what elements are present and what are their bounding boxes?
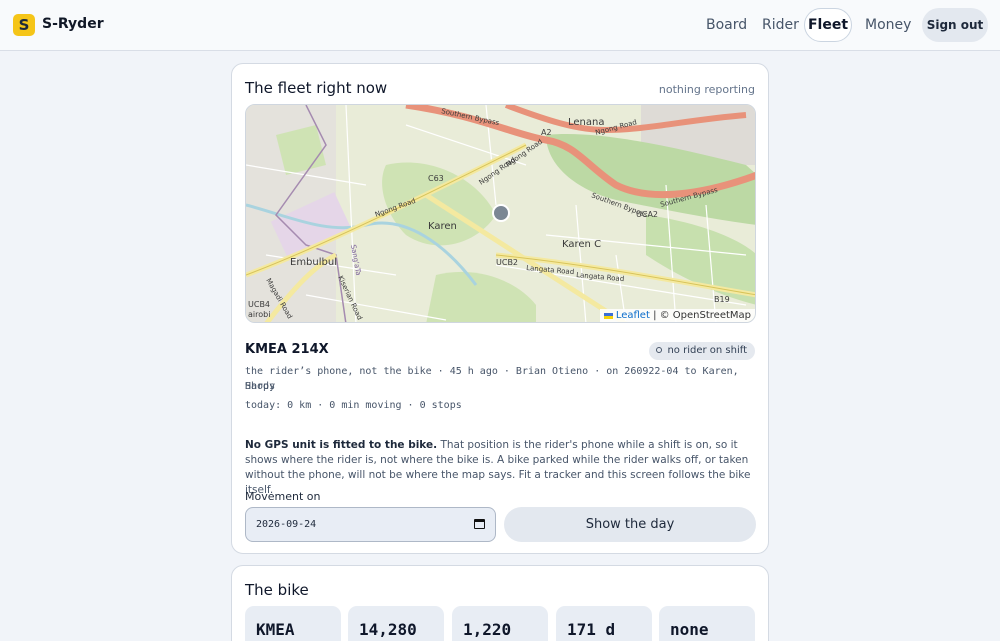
bike-detail-line1: the rider’s phone, not the bike · 45 h a… bbox=[245, 366, 739, 392]
sign-out-button[interactable]: Sign out bbox=[922, 8, 988, 42]
gps-warning-bold: No GPS unit is fitted to the bike. bbox=[245, 439, 438, 451]
nav-fleet[interactable]: Fleet bbox=[804, 8, 852, 42]
reporting-status: nothing reporting bbox=[658, 83, 755, 96]
logo-icon[interactable]: S bbox=[13, 14, 35, 36]
nav-rider[interactable]: Rider bbox=[762, 17, 799, 33]
show-day-button[interactable]: Show the day bbox=[504, 507, 756, 542]
leaflet-link[interactable]: Leaflet bbox=[616, 310, 650, 321]
map-label-ucb2: UCB2 bbox=[496, 258, 518, 267]
osm-attribution: | © OpenStreetMap bbox=[649, 310, 751, 321]
today-summary: today: 0 km · 0 min moving · 0 stops bbox=[245, 400, 462, 411]
movement-label: Movement on bbox=[245, 490, 321, 503]
fleet-map[interactable]: Lenana C63 Karen Karen C Embulbul UCB2 U… bbox=[245, 104, 756, 323]
bike-id: KMEA 214X bbox=[245, 342, 329, 357]
fleet-card-title: The fleet right now bbox=[245, 79, 388, 97]
ukraine-flag-icon bbox=[603, 313, 613, 319]
stat-tile: none bbox=[659, 606, 755, 641]
map-attribution: Leaflet | © OpenStreetMap bbox=[599, 309, 755, 322]
fleet-card: The fleet right now nothing reporting Le… bbox=[231, 63, 769, 554]
stat-tile: KMEA bbox=[245, 606, 341, 641]
movement-date-input[interactable]: 2026-09-24 bbox=[245, 507, 496, 542]
map-label-b19: B19 bbox=[714, 295, 730, 304]
gps-warning: No GPS unit is fitted to the bike. That … bbox=[245, 438, 759, 498]
bike-detail-line2: Shops bbox=[245, 381, 276, 392]
map-label-a2: A2 bbox=[541, 128, 552, 137]
bike-card-title: The bike bbox=[245, 581, 309, 599]
nav-money[interactable]: Money bbox=[865, 17, 911, 33]
stat-tile: 171 d bbox=[556, 606, 652, 641]
map-label-nairobi: airobi bbox=[248, 310, 270, 319]
movement-date-value: 2026-09-24 bbox=[256, 519, 317, 530]
top-bar: S S-Ryder Board Rider Fleet Money Sign o… bbox=[0, 0, 1000, 51]
map-label-ucb4: UCB4 bbox=[248, 300, 270, 309]
bike-card: The bike KMEA 14,280 1,220 171 d none bbox=[231, 565, 769, 641]
stat-tile: 1,220 bbox=[452, 606, 548, 641]
map-label-embulbul: Embulbul bbox=[290, 257, 337, 268]
map-label-lenana: Lenana bbox=[568, 117, 604, 128]
map-label-karen: Karen bbox=[428, 221, 457, 232]
app-name[interactable]: S-Ryder bbox=[42, 16, 104, 32]
map-tiles[interactable]: Lenana C63 Karen Karen C Embulbul UCB2 U… bbox=[246, 105, 756, 323]
map-label-karen-c: Karen C bbox=[562, 239, 601, 250]
map-label-c63: C63 bbox=[428, 174, 444, 183]
stat-tile: 14,280 bbox=[348, 606, 444, 641]
calendar-icon[interactable] bbox=[474, 519, 485, 529]
map-marker-icon[interactable] bbox=[492, 204, 510, 222]
status-dot-icon bbox=[656, 347, 663, 353]
rider-status-badge: no rider on shift bbox=[649, 342, 755, 360]
nav-board[interactable]: Board bbox=[706, 17, 747, 33]
badge-label: no rider on shift bbox=[667, 345, 747, 356]
